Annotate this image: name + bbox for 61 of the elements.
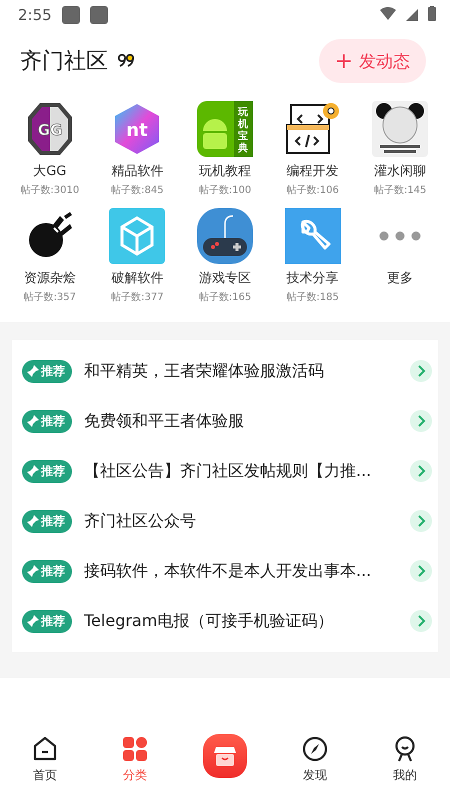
category-link[interactable]: 灌水闲聊	[374, 162, 426, 180]
home-icon	[32, 736, 58, 762]
post-title-link[interactable]: 接码软件，本软件不是本人开发出事本...	[84, 560, 398, 582]
category-link[interactable]: 资源杂烩	[24, 269, 76, 287]
category-link[interactable]: 技术分享	[286, 269, 339, 287]
recommend-badge: 推荐	[22, 410, 72, 432]
post-count: 帖子数:100	[198, 184, 252, 197]
grid-icon	[122, 736, 148, 762]
notification-icon	[62, 6, 80, 24]
post-title-link[interactable]: 和平精英，王者荣耀体验服激活码	[84, 360, 398, 382]
category-link[interactable]: 更多	[387, 269, 414, 287]
robot-book-icon: 玩机宝典	[196, 101, 253, 157]
category-link[interactable]: 编程开发	[286, 162, 339, 180]
post-count: 帖子数:845	[111, 184, 164, 197]
post-count: 帖子数:106	[286, 184, 339, 197]
category-link[interactable]: 精品软件	[111, 162, 164, 180]
post-count: 帖子数:3010	[20, 184, 80, 197]
recommend-badge: 推荐	[22, 360, 72, 382]
post-count: 帖子数:165	[198, 290, 252, 304]
meme-picture	[372, 101, 428, 157]
page-title: 齐门社区	[20, 48, 108, 76]
recommend-badge: 推荐	[22, 510, 72, 532]
store-button[interactable]	[203, 734, 247, 778]
post-count: 帖子数:145	[374, 184, 426, 197]
code-window-icon	[284, 101, 341, 157]
category-link[interactable]: 破解软件	[111, 269, 164, 287]
recommend-badge: 推荐	[22, 460, 72, 482]
notification-icon	[90, 6, 108, 24]
compass-icon	[302, 736, 328, 762]
status-time: 2:55	[18, 6, 52, 24]
post-count: 帖子数:357	[24, 290, 76, 304]
gamepad-icon	[196, 208, 253, 264]
post-title-link[interactable]: 【社区公告】齐门社区发帖规则【力推...	[84, 460, 398, 482]
chevron-right-icon[interactable]	[410, 610, 432, 632]
nav-tab[interactable]: 首页	[0, 734, 90, 786]
quote-icon	[118, 54, 134, 66]
post-title-link[interactable]: 免费领和平王者体验服	[84, 410, 398, 432]
chevron-right-icon[interactable]	[410, 510, 432, 532]
battery-icon	[428, 6, 436, 20]
category-link[interactable]: 大GG	[33, 162, 66, 180]
chevron-right-icon[interactable]	[410, 410, 432, 432]
wrench-icon	[284, 208, 341, 264]
recommend-badge: 推荐	[22, 610, 72, 632]
post-title-link[interactable]: Telegram电报（可接手机验证码）	[84, 610, 398, 632]
nav-tab[interactable]: 发现	[270, 734, 360, 786]
signal-icon	[406, 8, 418, 20]
category-link[interactable]: 游戏专区	[198, 269, 251, 287]
more-icon	[379, 231, 422, 241]
store-icon	[214, 746, 236, 766]
post-count: 帖子数:377	[111, 290, 164, 304]
chevron-right-icon[interactable]	[410, 460, 432, 482]
recommend-badge: 推荐	[22, 560, 72, 582]
category-link[interactable]: 玩机教程	[198, 162, 251, 180]
post-title-link[interactable]: 齐门社区公众号	[84, 510, 398, 532]
nav-tab[interactable]: 分类	[90, 734, 180, 786]
cube-icon	[109, 208, 166, 264]
wifi-icon	[380, 6, 396, 20]
chevron-right-icon[interactable]	[410, 360, 432, 382]
nav-tab[interactable]: 我的	[360, 734, 450, 786]
post-count: 帖子数:185	[286, 290, 339, 304]
chevron-right-icon[interactable]	[410, 560, 432, 582]
